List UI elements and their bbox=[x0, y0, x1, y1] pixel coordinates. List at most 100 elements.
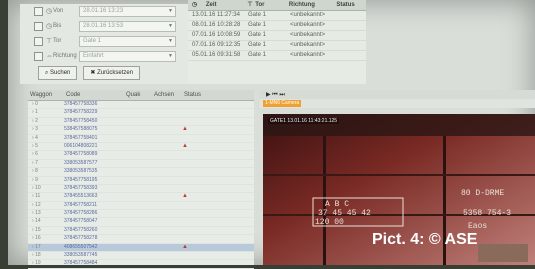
from-field[interactable]: 28.01.16 13:23 ▼ bbox=[79, 5, 176, 17]
wagon-code: 378455513663 bbox=[64, 193, 98, 200]
event-row[interactable]: 08.01.16 10:28:28 Gate 1 <unbekannt> bbox=[188, 21, 366, 31]
gate-checkbox[interactable] bbox=[34, 36, 43, 46]
media-controls[interactable]: ▶ ⏮ ⏭ bbox=[260, 90, 535, 99]
warning-icon bbox=[182, 210, 222, 217]
reset-button[interactable]: ✖ Zurücksetzen bbox=[83, 66, 141, 80]
wagon-row[interactable]: › 8 338053587535 bbox=[28, 168, 254, 177]
from-checkbox[interactable] bbox=[34, 6, 43, 16]
wagon-row[interactable]: › 12 378457758211 bbox=[28, 201, 254, 211]
events-table: ◷ Zeit ⊤ Tor Richtung Status 13.01.16 11… bbox=[188, 0, 366, 84]
col-status[interactable]: Status bbox=[184, 90, 224, 100]
warning-icon: ▲ bbox=[182, 126, 188, 133]
col-status[interactable]: Status bbox=[336, 0, 366, 10]
gate-icon: ⊤ bbox=[46, 38, 53, 45]
direction-checkbox[interactable] bbox=[34, 51, 43, 61]
event-row[interactable]: 05.01.16 09:31:58 Gate 1 <unbekannt> bbox=[188, 51, 366, 61]
chevron-down-icon[interactable]: ▼ bbox=[168, 22, 173, 31]
event-time: 05.01.16 09:31:58 bbox=[192, 52, 241, 58]
wagon-quak bbox=[124, 227, 152, 234]
event-dir: <unbekannt> bbox=[290, 42, 326, 48]
wagon-row[interactable]: › 16 378457758278 bbox=[28, 235, 254, 244]
wagon-quak bbox=[124, 168, 152, 175]
direction-select[interactable]: Einfahrt ▼ bbox=[79, 50, 176, 62]
arrows-icon: ⇔ bbox=[46, 52, 53, 60]
wagon-code: 378457758047 bbox=[64, 218, 98, 225]
wagon-code: 378457758484 bbox=[64, 260, 98, 267]
wagon-number: › 19 bbox=[32, 260, 41, 267]
wagon-number: › 10 bbox=[32, 184, 41, 191]
wagon-row[interactable]: › 10 378457758393 bbox=[28, 184, 254, 194]
chevron-down-icon[interactable]: ▼ bbox=[168, 52, 173, 61]
wagon-row[interactable]: › 5 006104808221 ▲ bbox=[28, 142, 254, 152]
wagon-row[interactable]: › 0 378457758336 bbox=[28, 101, 254, 110]
wagon-quak bbox=[124, 218, 152, 225]
event-row[interactable]: 07.01.16 10:08:59 Gate 1 <unbekannt> bbox=[188, 31, 366, 41]
col-achsen[interactable]: Achsen bbox=[154, 90, 184, 100]
photo-credit: Pict. 4: © ASE bbox=[372, 231, 478, 248]
to-field[interactable]: 28.01.16 13:53 ▼ bbox=[79, 20, 176, 32]
filter-panel: ◷ Von 28.01.16 13:23 ▼ ◷ Bis 28.01.16 13:… bbox=[20, 4, 188, 84]
wagon-code: 006104808221 bbox=[64, 142, 98, 149]
wagon-quak bbox=[124, 202, 152, 209]
wagon-number: › 7 bbox=[32, 159, 38, 166]
wagon-row[interactable]: › 4 378457758401 bbox=[28, 135, 254, 143]
wagon-index: 19 bbox=[35, 260, 41, 267]
wagon-index: 15 bbox=[35, 226, 41, 233]
wagon-row[interactable]: › 14 378457758047 bbox=[28, 218, 254, 227]
wagon-axles bbox=[152, 252, 182, 259]
warning-icon: ▲ bbox=[182, 193, 188, 200]
wagon-axles bbox=[152, 118, 182, 125]
col-quak[interactable]: Quak bbox=[126, 90, 154, 100]
to-checkbox[interactable] bbox=[34, 21, 43, 31]
col-richtung[interactable]: Richtung bbox=[289, 0, 336, 10]
stencil-text: 80 D-DRME bbox=[461, 189, 505, 198]
gate-label: Tor bbox=[53, 38, 62, 44]
event-row[interactable]: 13.01.16 11:27:34 Gate 1 <unbekannt> bbox=[188, 11, 366, 21]
wagon-row[interactable]: › 2 378457758450 bbox=[28, 117, 254, 127]
wagon-axles bbox=[152, 202, 182, 209]
warning-icon bbox=[182, 185, 222, 192]
wagon-quak bbox=[124, 101, 152, 108]
wagon-row[interactable]: › 6 378457758089 bbox=[28, 151, 254, 160]
warning-icon bbox=[182, 235, 222, 242]
wagon-number: › 5 bbox=[32, 142, 38, 149]
wagon-code: 378457758229 bbox=[64, 109, 98, 116]
col-waggon[interactable]: Waggon bbox=[28, 90, 66, 100]
event-row[interactable]: 07.01.16 09:12:35 Gate 1 <unbekannt> bbox=[188, 41, 366, 51]
wagon-row[interactable]: › 1 378457758229 bbox=[28, 109, 254, 118]
chevron-down-icon[interactable]: ▼ bbox=[168, 37, 173, 46]
wagon-code: 338053587577 bbox=[64, 159, 98, 166]
direction-row: ⇔ Richtung Einfahrt ▼ bbox=[20, 49, 188, 63]
wagon-row[interactable]: › 18 338053587745 bbox=[28, 252, 254, 261]
wagon-row[interactable]: › 9 378457758195 bbox=[28, 177, 254, 185]
search-button[interactable]: ⌕ Suchen bbox=[38, 66, 78, 80]
wagon-number: › 1 bbox=[32, 109, 38, 116]
warning-icon bbox=[182, 202, 222, 209]
wagon-number: › 12 bbox=[32, 201, 41, 208]
wagon-row[interactable]: › 15 378457758260 bbox=[28, 226, 254, 236]
wagon-quak bbox=[124, 185, 152, 192]
gate-select[interactable]: Gate 1 ▼ bbox=[79, 35, 176, 47]
wagon-axles bbox=[152, 185, 182, 192]
stencil-text: 120 00 bbox=[315, 218, 344, 227]
chevron-down-icon[interactable]: ▼ bbox=[168, 7, 173, 16]
wagon-row[interactable]: › 11 378455513663 ▲ bbox=[28, 193, 254, 202]
camera-tab[interactable]: 1-MN6 Camera bbox=[263, 100, 302, 107]
wagon-number: › 0 bbox=[32, 101, 38, 107]
wagon-index: 2 bbox=[35, 117, 38, 124]
app-window: ◷ Von 28.01.16 13:23 ▼ ◷ Bis 28.01.16 13:… bbox=[8, 0, 535, 269]
warning-icon bbox=[182, 227, 222, 234]
event-dir: <unbekannt> bbox=[290, 12, 326, 18]
wagon-row[interactable]: › 3 538457588075 ▲ bbox=[28, 126, 254, 135]
wagon-code: 378457758211 bbox=[64, 201, 97, 208]
wagon-row[interactable]: › 7 338053587577 bbox=[28, 159, 254, 169]
col-zeit[interactable]: Zeit bbox=[206, 0, 248, 10]
wagon-row[interactable]: › 13 378457758286 bbox=[28, 210, 254, 219]
wagon-row[interactable]: › 17 408655507542 ▲ bbox=[28, 243, 254, 253]
wagon-number: › 18 bbox=[32, 252, 41, 259]
col-code[interactable]: Code bbox=[66, 90, 126, 100]
from-row: ◷ Von 28.01.16 13:23 ▼ bbox=[20, 4, 188, 18]
event-gate: Gate 1 bbox=[248, 12, 267, 18]
col-tor[interactable]: Tor bbox=[255, 0, 289, 10]
wagon-code: 408655507542 bbox=[64, 243, 98, 250]
